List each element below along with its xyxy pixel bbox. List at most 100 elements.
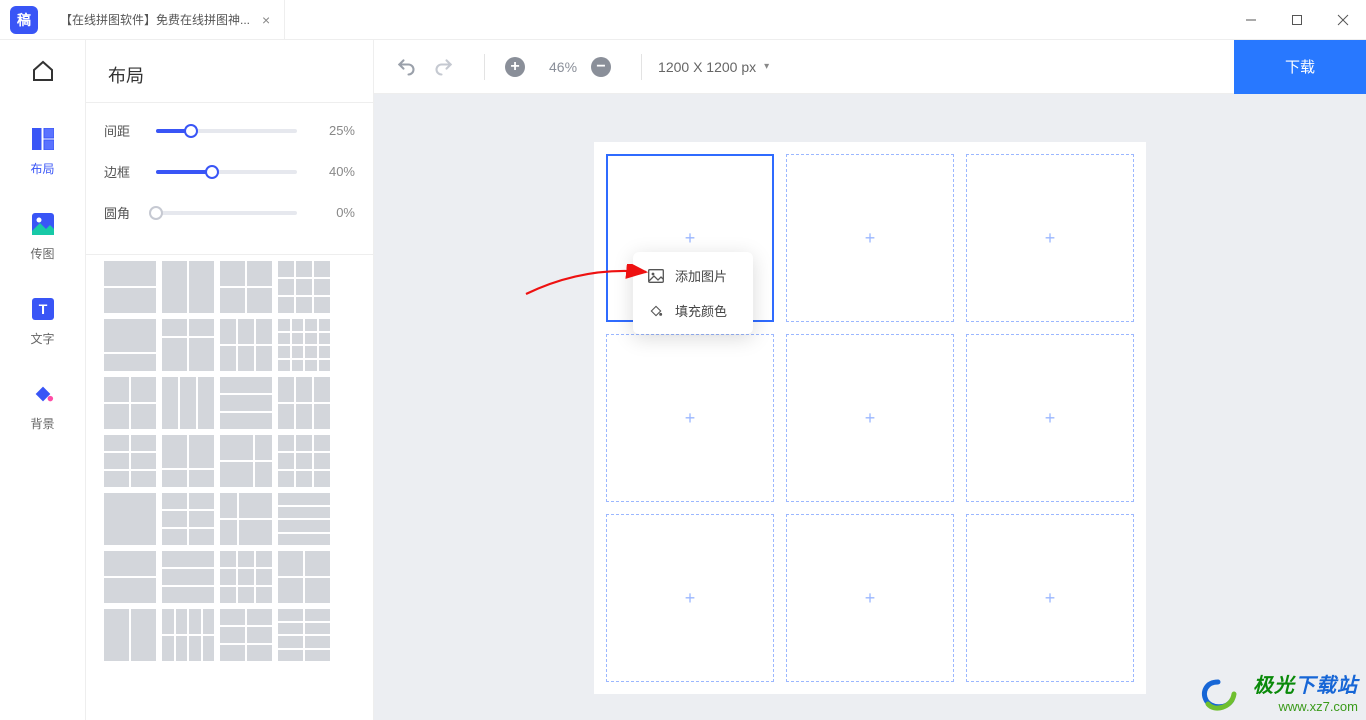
slider-border-track[interactable]: [156, 170, 297, 174]
zoom-level[interactable]: 46%: [549, 59, 577, 75]
slider-radius[interactable]: 圆角 0%: [104, 203, 355, 222]
ctx-add-image-label: 添加图片: [675, 266, 727, 285]
layout-template[interactable]: [278, 377, 330, 429]
layout-template[interactable]: [220, 377, 272, 429]
paint-bucket-icon: [30, 381, 56, 407]
image-icon: [30, 211, 56, 237]
chevron-down-icon: ▾: [764, 61, 769, 72]
home-icon: [30, 58, 56, 84]
close-button[interactable]: [1320, 0, 1366, 40]
layout-template[interactable]: [162, 261, 214, 313]
svg-text:T: T: [38, 301, 47, 317]
grid-cell-3[interactable]: +: [606, 334, 774, 502]
layout-template[interactable]: [278, 551, 330, 603]
paint-bucket-icon: [647, 303, 665, 319]
rail-text-label: 文字: [30, 330, 54, 347]
download-button[interactable]: 下载: [1234, 40, 1366, 94]
layout-template[interactable]: [278, 319, 330, 371]
slider-thumb[interactable]: [184, 124, 198, 138]
grid-cell-4[interactable]: +: [786, 334, 954, 502]
document-tab[interactable]: 【在线拼图软件】免费在线拼图神... ×: [46, 0, 285, 40]
slider-spacing-label: 间距: [104, 121, 146, 140]
slider-thumb[interactable]: [205, 165, 219, 179]
grid-cell-1[interactable]: +: [786, 154, 954, 322]
layout-template[interactable]: [220, 435, 272, 487]
canvas-toolbar: + 46% − 1200 X 1200 px ▾ 下载: [374, 40, 1366, 94]
separator: [484, 54, 485, 80]
layout-icon: [30, 126, 56, 152]
rail-background-label: 背景: [30, 415, 54, 432]
window-controls: [1228, 0, 1366, 40]
plus-icon: +: [865, 588, 876, 609]
slider-radius-label: 圆角: [104, 203, 146, 222]
rail-background[interactable]: 背景: [0, 381, 86, 432]
ctx-add-image[interactable]: 添加图片: [633, 258, 753, 293]
layout-templates[interactable]: [86, 255, 373, 720]
layout-template[interactable]: [104, 609, 156, 661]
layout-template[interactable]: [220, 493, 272, 545]
plus-icon: +: [865, 228, 876, 249]
artboard[interactable]: + + + + + + + + +: [594, 142, 1146, 694]
minimize-button[interactable]: [1228, 0, 1274, 40]
layout-template[interactable]: [278, 493, 330, 545]
plus-icon: +: [685, 408, 696, 429]
rail-home[interactable]: [0, 58, 86, 92]
slider-spacing-track[interactable]: [156, 129, 297, 133]
redo-button[interactable]: [430, 53, 458, 81]
maximize-button[interactable]: [1274, 0, 1320, 40]
rail-text[interactable]: T 文字: [0, 296, 86, 347]
slider-radius-track[interactable]: [156, 211, 297, 215]
rail-layout[interactable]: 布局: [0, 126, 86, 177]
layout-template[interactable]: [162, 493, 214, 545]
grid-cell-2[interactable]: +: [966, 154, 1134, 322]
layout-template[interactable]: [220, 551, 272, 603]
layout-template[interactable]: [104, 319, 156, 371]
layout-template[interactable]: [162, 609, 214, 661]
context-menu: 添加图片 填充颜色: [633, 252, 753, 334]
slider-thumb[interactable]: [149, 206, 163, 220]
rail-upload-label: 传图: [30, 245, 54, 262]
slider-spacing[interactable]: 间距 25%: [104, 121, 355, 140]
sidebar-rail: 布局 传图 T 文字 背景: [0, 40, 86, 720]
layout-template[interactable]: [162, 551, 214, 603]
plus-icon: +: [1045, 408, 1056, 429]
layout-template[interactable]: [104, 551, 156, 603]
layout-template[interactable]: [278, 261, 330, 313]
grid-cell-7[interactable]: +: [786, 514, 954, 682]
layout-template[interactable]: [278, 609, 330, 661]
grid-cell-6[interactable]: +: [606, 514, 774, 682]
layout-template[interactable]: [162, 319, 214, 371]
panel-title: 布局: [86, 40, 373, 102]
tab-title: 【在线拼图软件】免费在线拼图神...: [60, 11, 250, 28]
slider-border[interactable]: 边框 40%: [104, 162, 355, 181]
titlebar: 稿 【在线拼图软件】免费在线拼图神... ×: [0, 0, 1366, 40]
ctx-fill-color[interactable]: 填充颜色: [633, 293, 753, 328]
ctx-fill-color-label: 填充颜色: [675, 301, 727, 320]
grid-cell-8[interactable]: +: [966, 514, 1134, 682]
layout-template[interactable]: [104, 435, 156, 487]
layout-template[interactable]: [278, 435, 330, 487]
zoom-in-button[interactable]: +: [501, 53, 529, 81]
undo-button[interactable]: [392, 53, 420, 81]
plus-icon: +: [865, 408, 876, 429]
layout-template[interactable]: [220, 319, 272, 371]
layout-template[interactable]: [104, 493, 156, 545]
sliders-group: 间距 25% 边框 40% 圆角 0%: [86, 103, 373, 254]
zoom-out-button[interactable]: −: [587, 53, 615, 81]
slider-border-label: 边框: [104, 162, 146, 181]
layout-template[interactable]: [220, 261, 272, 313]
layout-template[interactable]: [162, 377, 214, 429]
slider-spacing-value: 25%: [311, 123, 355, 138]
layout-template[interactable]: [104, 377, 156, 429]
image-icon: [647, 269, 665, 283]
dimensions-text: 1200 X 1200 px: [658, 59, 756, 75]
layout-template[interactable]: [162, 435, 214, 487]
layout-template[interactable]: [220, 609, 272, 661]
rail-upload[interactable]: 传图: [0, 211, 86, 262]
grid-cell-5[interactable]: +: [966, 334, 1134, 502]
tab-close-icon[interactable]: ×: [262, 12, 270, 28]
app-logo: 稿: [10, 6, 38, 34]
layout-template[interactable]: [104, 261, 156, 313]
canvas-area[interactable]: + + + + + + + + + 添加图片 填充颜色: [374, 94, 1366, 720]
canvas-dimensions[interactable]: 1200 X 1200 px ▾: [658, 59, 769, 75]
